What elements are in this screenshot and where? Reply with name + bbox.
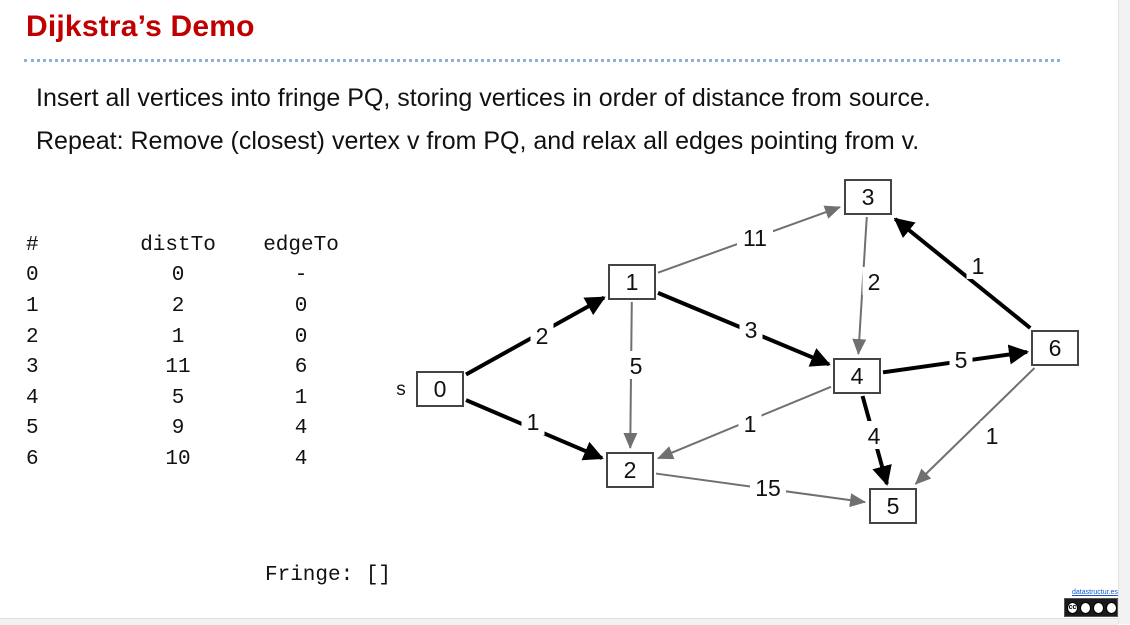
- cc-icon: cc: [1067, 601, 1078, 614]
- edge-weight-label: 4: [868, 423, 881, 449]
- vertex-3: 3: [844, 179, 892, 215]
- vertex-label: 0: [434, 376, 447, 402]
- vertex-6: 6: [1031, 330, 1079, 366]
- vertex-label: 5: [887, 493, 900, 519]
- vertex-0: 0: [416, 371, 464, 407]
- vertex-label: 4: [851, 363, 864, 389]
- vertex-label: 2: [624, 457, 637, 483]
- scrollbar-gutter: [1118, 0, 1130, 624]
- source-marker: s: [395, 379, 406, 401]
- edge-weight-label: 1: [744, 411, 757, 437]
- edge-weight-label: 3: [745, 317, 758, 343]
- edge-weight-label: 1: [986, 423, 999, 449]
- vertex-4: 4: [833, 358, 881, 394]
- cc-license-badge: cc: [1064, 598, 1118, 617]
- edge-weight-label: 1: [972, 253, 985, 279]
- nc-icon: [1093, 601, 1104, 614]
- by-icon: [1080, 601, 1091, 614]
- edge-weight-label: 5: [955, 347, 968, 373]
- vertex-5: 5: [869, 488, 917, 524]
- edge-6-to-3: [893, 217, 1032, 330]
- sa-icon: [1106, 601, 1117, 614]
- edge-weight-label: 2: [536, 323, 549, 349]
- edge-weight-label: 1: [527, 409, 540, 435]
- site-link[interactable]: datastructur.es: [1072, 589, 1118, 596]
- vertex-label: 6: [1049, 335, 1062, 361]
- edge-weight-label: 15: [755, 475, 781, 501]
- vertex-1: 1: [608, 264, 656, 300]
- vertex-label: 1: [626, 269, 639, 295]
- edge-weight-label: 2: [868, 269, 881, 295]
- edge-weight-label: 5: [630, 353, 643, 379]
- vertex-label: 3: [862, 184, 875, 210]
- vertex-2: 2: [606, 452, 654, 488]
- graph-diagram: 2111352151 4151 0123456s: [395, 179, 1079, 524]
- edge-weight-label: 11: [743, 225, 767, 251]
- edge-6-to-5: [914, 367, 1036, 485]
